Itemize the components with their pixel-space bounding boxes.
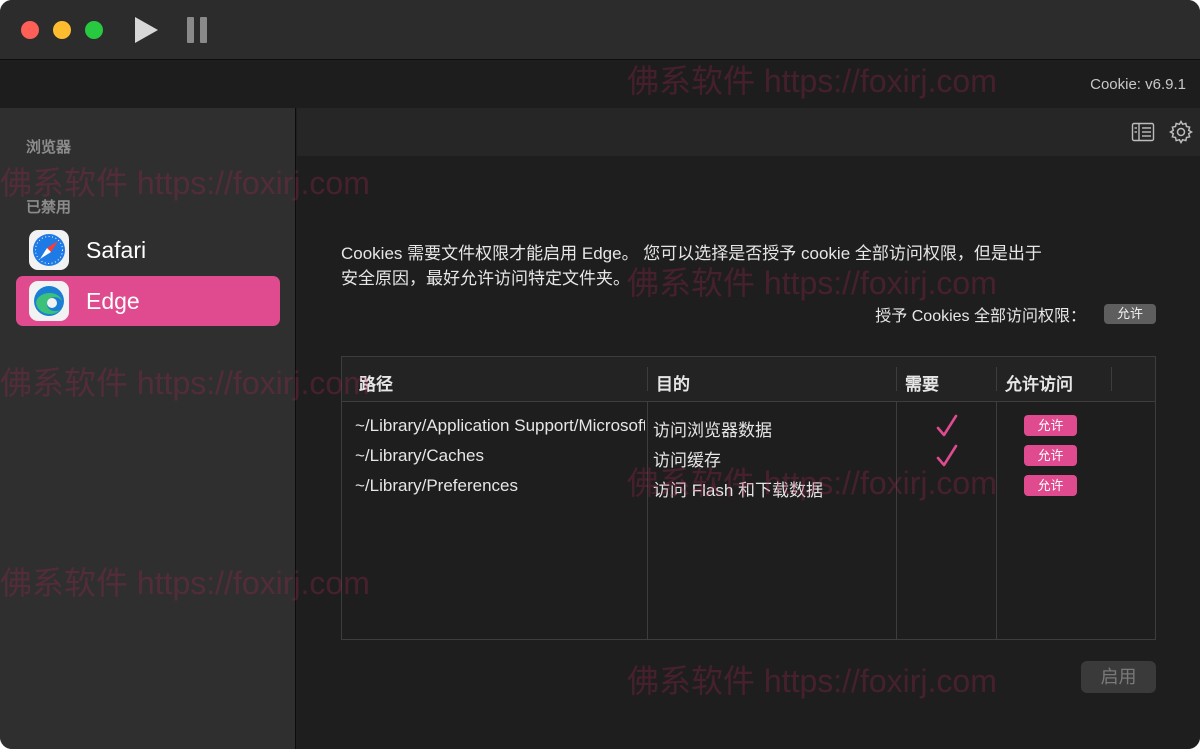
info-bar: Cookie: v6.9.1 [0,60,1200,108]
sidebar: 浏览器 已禁用 Safari Edge [0,108,296,749]
table-row[interactable]: ~/Library/Application Support/Microsoft … [342,411,1155,441]
table-row[interactable]: ~/Library/Caches 访问缓存 允许 [342,441,1155,471]
main-toolbar [297,108,1200,156]
path-cell: ~/Library/Preferences [355,476,518,495]
enable-button[interactable]: 启用 [1081,661,1156,693]
column-header-required[interactable]: 需要 [905,370,939,395]
purpose-cell: 访问浏览器数据 [653,421,772,440]
purpose-cell: 访问缓存 [653,451,721,470]
close-window-button[interactable] [21,21,39,39]
column-header-path[interactable]: 路径 [359,370,393,395]
minimize-window-button[interactable] [53,21,71,39]
permissions-table: 路径 目的 需要 允许访问 ~/Library/Application Supp… [341,356,1156,640]
app-window: Cookie: v6.9.1 浏览器 已禁用 Safari Edge Cooki… [0,0,1200,749]
permission-description: Cookies 需要文件权限才能启用 Edge。 您可以选择是否授予 cooki… [341,241,1161,291]
play-icon[interactable] [132,15,160,45]
table-row[interactable]: ~/Library/Preferences 访问 Flash 和下载数据 允许 [342,471,1155,501]
allow-access-button[interactable]: 允许 [1024,475,1077,496]
path-cell: ~/Library/Caches [355,446,484,465]
table-header: 路径 目的 需要 允许访问 [342,357,1155,402]
version-label: Cookie: v6.9.1 [1090,76,1186,93]
zoom-window-button[interactable] [85,21,103,39]
full-access-row: 授予 Cookies 全部访问权限： 允许 [875,303,1156,325]
list-view-icon[interactable] [1131,120,1155,144]
sidebar-section-disabled: 已禁用 [26,199,72,216]
sidebar-item-edge[interactable]: Edge [16,276,280,326]
column-divider[interactable] [1111,367,1112,391]
main-panel: Cookies 需要文件权限才能启用 Edge。 您可以选择是否授予 cooki… [297,108,1200,749]
path-cell: ~/Library/Application Support/Microsoft … [355,416,645,435]
sidebar-item-label: Edge [86,288,140,314]
column-header-allow-access[interactable]: 允许访问 [1005,370,1073,395]
grant-full-access-button[interactable]: 允许 [1104,304,1156,324]
column-header-purpose[interactable]: 目的 [656,370,690,395]
column-divider[interactable] [896,367,897,391]
checkmark-icon [936,444,958,467]
sidebar-section-browsers: 浏览器 [26,139,72,156]
sidebar-item-safari[interactable]: Safari [16,225,280,275]
description-line-1: Cookies 需要文件权限才能启用 Edge。 您可以选择是否授予 cooki… [341,244,1042,263]
safari-icon [29,230,69,270]
description-line-2: 安全原因，最好允许访问特定文件夹。 [341,269,630,288]
full-access-label: 授予 Cookies 全部访问权限： [875,308,1086,325]
edge-icon [29,281,69,321]
title-bar [0,0,1200,60]
allow-access-button[interactable]: 允许 [1024,415,1077,436]
checkmark-icon [936,414,958,437]
column-divider[interactable] [647,367,648,391]
purpose-cell: 访问 Flash 和下载数据 [653,481,824,500]
pause-icon[interactable] [185,15,211,45]
allow-access-button[interactable]: 允许 [1024,445,1077,466]
column-divider[interactable] [996,367,997,391]
sidebar-item-label: Safari [86,237,147,263]
gear-icon[interactable] [1169,120,1193,144]
